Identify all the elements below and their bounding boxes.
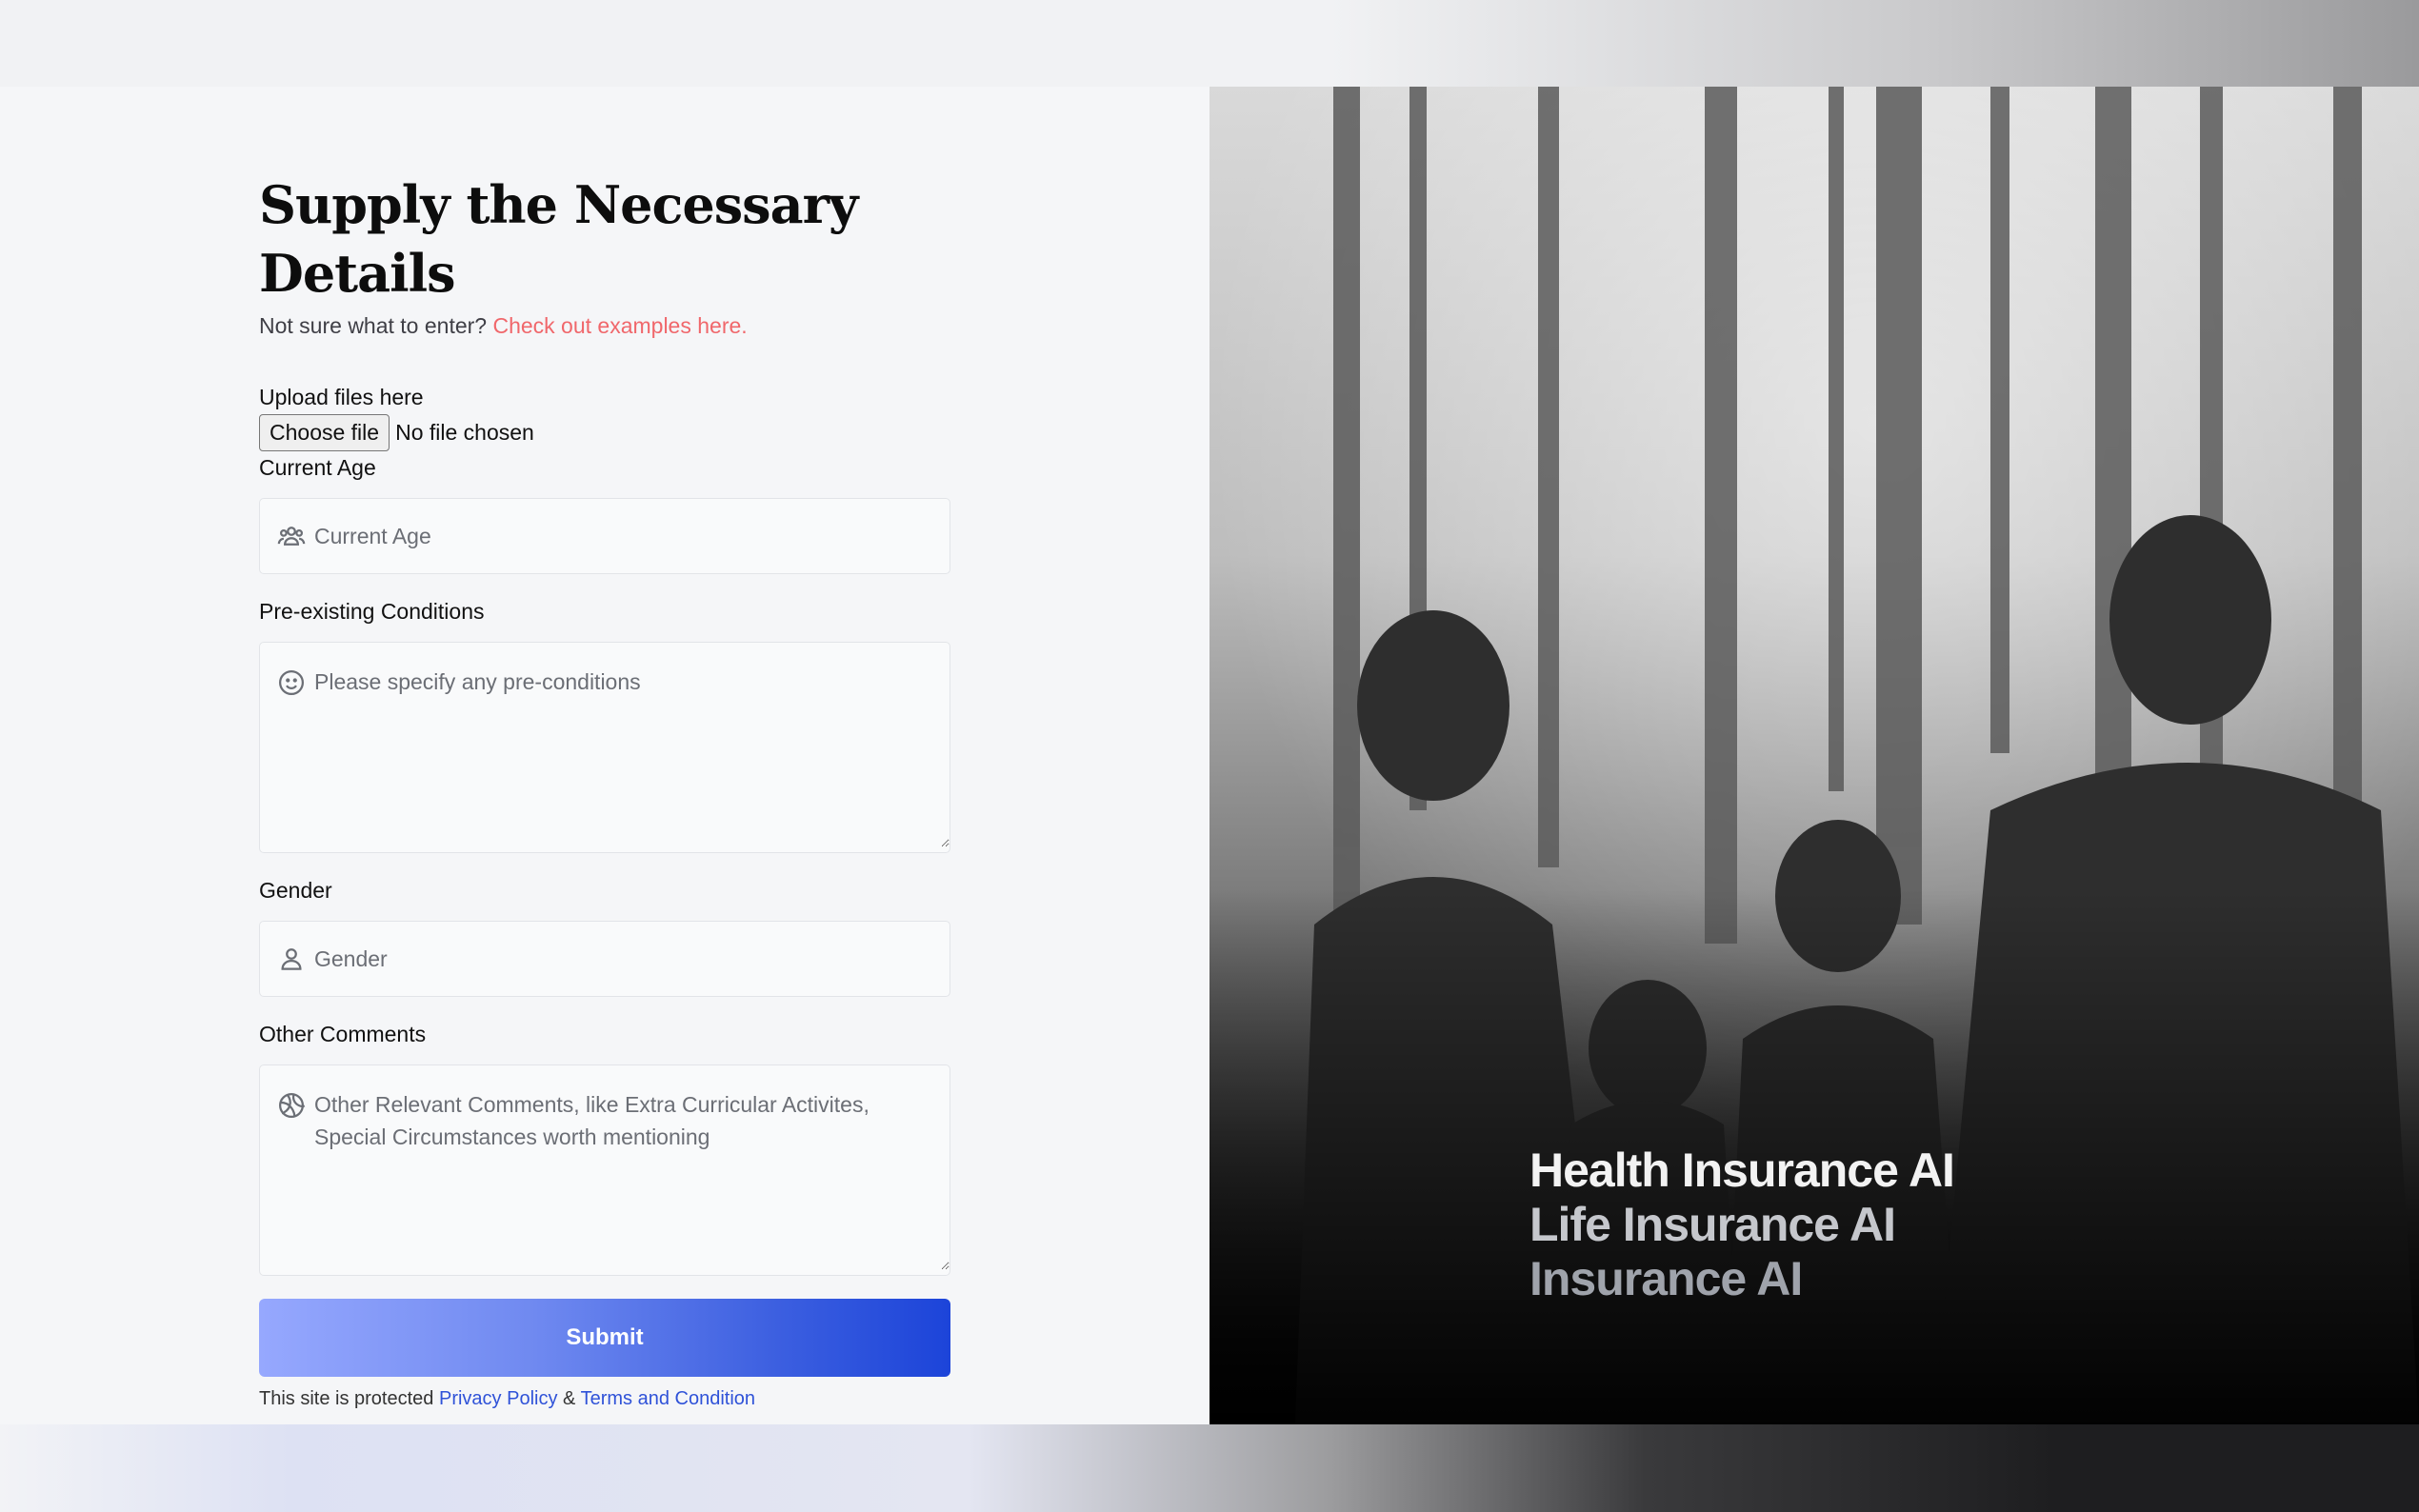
age-input[interactable] bbox=[260, 499, 950, 573]
background-band bbox=[0, 1424, 2419, 1512]
submit-button[interactable]: Submit bbox=[259, 1299, 950, 1377]
comments-field bbox=[259, 1064, 950, 1276]
gender-input[interactable] bbox=[260, 922, 950, 996]
legal-ampersand: & bbox=[563, 1388, 576, 1409]
basketball-icon bbox=[277, 1091, 306, 1120]
conditions-label: Pre-existing Conditions bbox=[259, 599, 485, 624]
main-card: Supply the Necessary Details Not sure wh… bbox=[0, 87, 2419, 1424]
subtitle: Not sure what to enter? Check out exampl… bbox=[259, 313, 950, 339]
terms-link[interactable]: Terms and Condition bbox=[581, 1388, 755, 1409]
hero-image-panel: Health Insurance AI Life Insurance AI In… bbox=[1210, 87, 2419, 1424]
details-form: Supply the Necessary Details Not sure wh… bbox=[259, 170, 950, 1410]
form-panel: Supply the Necessary Details Not sure wh… bbox=[0, 87, 1210, 1424]
upload-label: Upload files here bbox=[259, 385, 424, 409]
caption-health: Health Insurance AI bbox=[1529, 1144, 1955, 1197]
users-icon bbox=[277, 522, 306, 550]
smiley-icon bbox=[277, 668, 306, 697]
age-label: Current Age bbox=[259, 455, 376, 480]
caption-insurance: Insurance AI bbox=[1529, 1252, 1803, 1305]
conditions-textarea[interactable] bbox=[260, 643, 950, 847]
user-icon bbox=[277, 945, 306, 973]
conditions-field bbox=[259, 642, 950, 853]
legal-notice: This site is protected Privacy Policy & … bbox=[259, 1388, 950, 1410]
choose-file-button[interactable]: Choose file bbox=[259, 414, 390, 451]
subtitle-text: Not sure what to enter? bbox=[259, 313, 488, 338]
caption-life: Life Insurance AI bbox=[1529, 1198, 1896, 1251]
age-field bbox=[259, 498, 950, 574]
comments-textarea[interactable] bbox=[260, 1065, 950, 1270]
page-title: Supply the Necessary Details bbox=[259, 174, 858, 304]
file-upload: Choose file No file chosen bbox=[259, 414, 950, 451]
gender-field bbox=[259, 921, 950, 997]
file-status: No file chosen bbox=[395, 420, 534, 445]
privacy-policy-link[interactable]: Privacy Policy bbox=[439, 1388, 557, 1409]
comments-label: Other Comments bbox=[259, 1022, 427, 1046]
examples-link[interactable]: Check out examples here. bbox=[492, 313, 747, 338]
gender-label: Gender bbox=[259, 878, 332, 903]
legal-text: This site is protected bbox=[259, 1388, 434, 1409]
hero-captions: Health Insurance AI Life Insurance AI In… bbox=[1529, 1144, 1955, 1306]
